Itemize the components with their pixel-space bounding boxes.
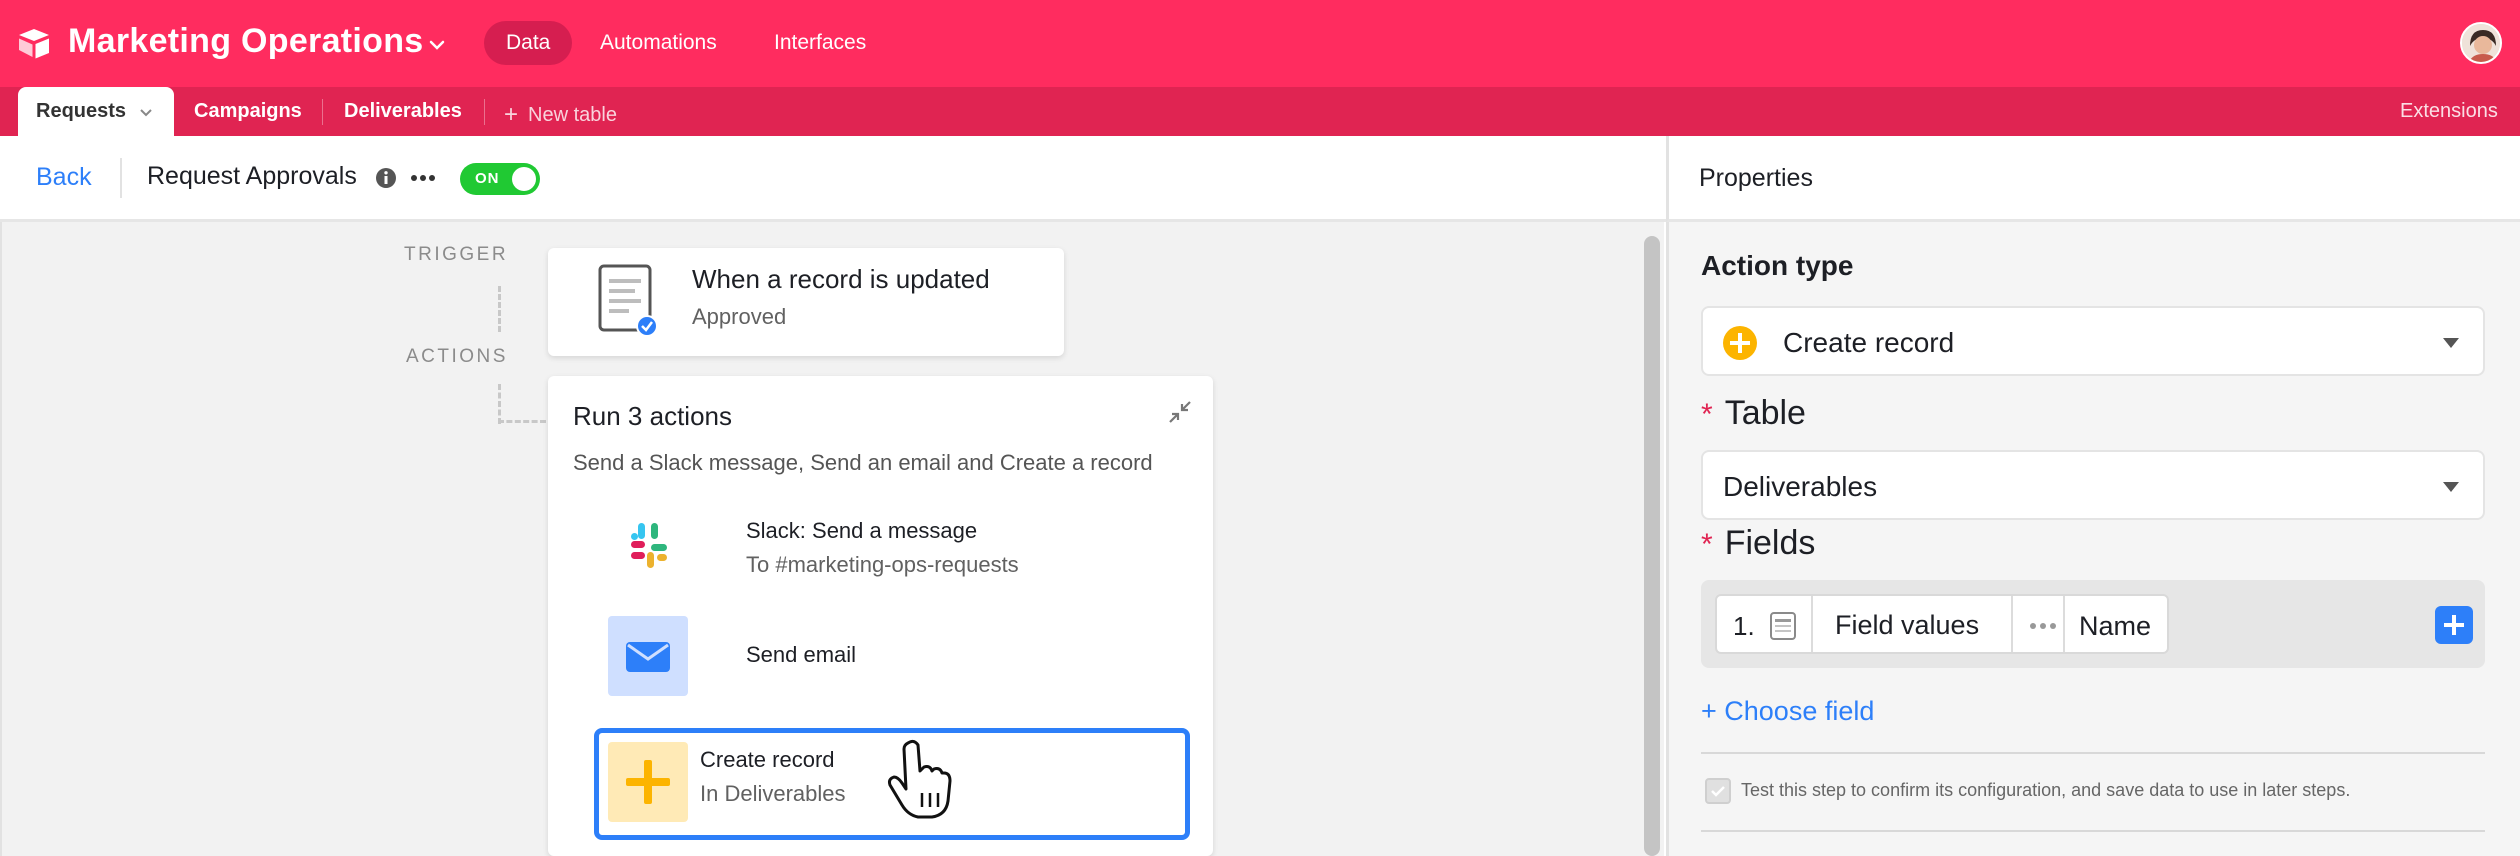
choose-field-link[interactable]: + Choose field	[1701, 696, 1874, 727]
plus-circle-shape	[1730, 333, 1750, 353]
extensions-button[interactable]: Extensions	[2400, 100, 2498, 123]
fields-label-text: Fields	[1724, 524, 1816, 562]
field-type-select[interactable]: Field values	[1835, 610, 1979, 641]
caret-down-icon	[2443, 338, 2459, 348]
add-field-value-button[interactable]	[2435, 606, 2473, 644]
caret-down-icon	[2443, 482, 2459, 492]
envelope-icon	[608, 616, 688, 696]
nav-automations[interactable]: Automations	[578, 21, 739, 65]
plus-icon	[2444, 615, 2464, 635]
connector-line	[498, 286, 501, 332]
header-divider	[120, 158, 122, 198]
fields-list: 1. Field values Name	[1701, 580, 2485, 668]
test-step-checkbox[interactable]	[1705, 778, 1731, 804]
test-step-hint: Test this step to confirm its configurat…	[1741, 780, 2351, 800]
check-icon	[1711, 786, 1725, 797]
tab-deliverables[interactable]: Deliverables	[344, 100, 462, 123]
action-subtitle: In Deliverables	[700, 781, 846, 806]
hand-cursor-icon	[888, 739, 952, 819]
connector-line	[498, 384, 501, 424]
fields-label: * Fields	[1701, 524, 1815, 563]
tab-divider	[322, 99, 323, 125]
required-marker: *	[1701, 398, 1713, 431]
collapse-icon[interactable]	[1166, 398, 1194, 426]
table-select[interactable]: Deliverables	[1701, 450, 2485, 520]
envelope-icon-shape	[626, 642, 670, 672]
automation-toggle[interactable]: ON	[460, 163, 540, 195]
user-avatar[interactable]	[2460, 22, 2502, 64]
automation-name[interactable]: Request Approvals	[147, 162, 357, 191]
actions-section-label: ACTIONS	[406, 346, 508, 367]
action-send-email[interactable]: Send email	[594, 616, 1194, 696]
action-title: Slack: Send a message	[746, 518, 978, 543]
base-title[interactable]: Marketing Operations	[68, 22, 424, 61]
nav-interfaces[interactable]: Interfaces	[752, 21, 888, 65]
more-options-icon[interactable]	[2029, 622, 2057, 630]
automation-canvas: TRIGGER ACTIONS When a record is updated…	[0, 222, 1664, 856]
chevron-down-icon[interactable]	[426, 34, 448, 56]
new-table-button[interactable]: + New table	[504, 100, 617, 128]
automation-header: Back Request Approvals ON	[0, 136, 1666, 222]
top-bar: Marketing Operations Data Automations In…	[0, 0, 2520, 87]
action-slack[interactable]: Slack: Send a message To #marketing-ops-…	[594, 506, 1194, 586]
chevron-down-icon[interactable]	[138, 104, 154, 120]
field-name[interactable]: Name	[2079, 611, 2151, 642]
field-row[interactable]: 1. Field values Name	[1715, 594, 2169, 654]
toggle-label: ON	[475, 170, 500, 187]
action-title: Create record	[700, 747, 835, 772]
back-button[interactable]: Back	[36, 163, 92, 192]
tables-bar: Requests Campaigns Deliverables + New tab…	[0, 87, 2520, 136]
toggle-knob	[512, 167, 536, 191]
properties-header: Properties	[1666, 136, 2520, 222]
plus-icon-shape	[626, 760, 670, 804]
group-description: Send a Slack message, Send an email and …	[573, 450, 1153, 475]
tab-divider	[484, 99, 485, 125]
chip-divider	[2063, 596, 2065, 652]
trigger-title: When a record is updated	[692, 264, 990, 294]
new-table-label: New table	[528, 104, 617, 126]
tab-label: Requests	[36, 100, 127, 122]
trigger-subtitle: Approved	[692, 304, 787, 329]
properties-panel: Action type Create record * Table Deliver…	[1666, 222, 2520, 856]
properties-title: Properties	[1699, 164, 1813, 192]
group-title: Run 3 actions	[573, 401, 732, 431]
document-check-icon	[598, 264, 658, 337]
action-subtitle: To #marketing-ops-requests	[746, 552, 1019, 577]
chip-divider	[2011, 596, 2013, 652]
tab-requests[interactable]: Requests	[18, 87, 174, 136]
field-number: 1.	[1733, 611, 1755, 641]
actions-group-card[interactable]: Run 3 actions Send a Slack message, Send…	[548, 376, 1213, 856]
avatar-image	[2462, 24, 2500, 62]
action-type-label: Action type	[1701, 250, 1854, 281]
airtable-logo-icon[interactable]	[16, 26, 52, 62]
table-label-text: Table	[1724, 394, 1806, 432]
table-value: Deliverables	[1723, 471, 1878, 502]
action-title: Send email	[746, 642, 857, 667]
tab-campaigns[interactable]: Campaigns	[194, 100, 302, 123]
canvas-scrollbar[interactable]	[1644, 236, 1660, 856]
section-divider	[1701, 830, 2485, 832]
slack-icon	[608, 506, 688, 586]
table-label: * Table	[1701, 394, 1806, 433]
field-type-icon	[1770, 612, 1796, 640]
info-icon[interactable]	[374, 166, 398, 190]
plus-icon: +	[504, 101, 519, 128]
trigger-card[interactable]: When a record is updated Approved	[548, 248, 1064, 356]
required-marker: *	[1701, 528, 1713, 561]
more-options-icon[interactable]	[410, 174, 436, 182]
plus-icon	[608, 742, 688, 822]
action-type-value: Create record	[1783, 327, 1955, 358]
plus-circle-icon	[1723, 326, 1757, 360]
action-type-select[interactable]: Create record	[1701, 306, 2485, 376]
nav-data[interactable]: Data	[484, 21, 573, 65]
connector-line	[498, 420, 546, 423]
trigger-section-label: TRIGGER	[404, 244, 509, 265]
chip-divider	[1811, 596, 1813, 652]
section-divider	[1701, 752, 2485, 754]
